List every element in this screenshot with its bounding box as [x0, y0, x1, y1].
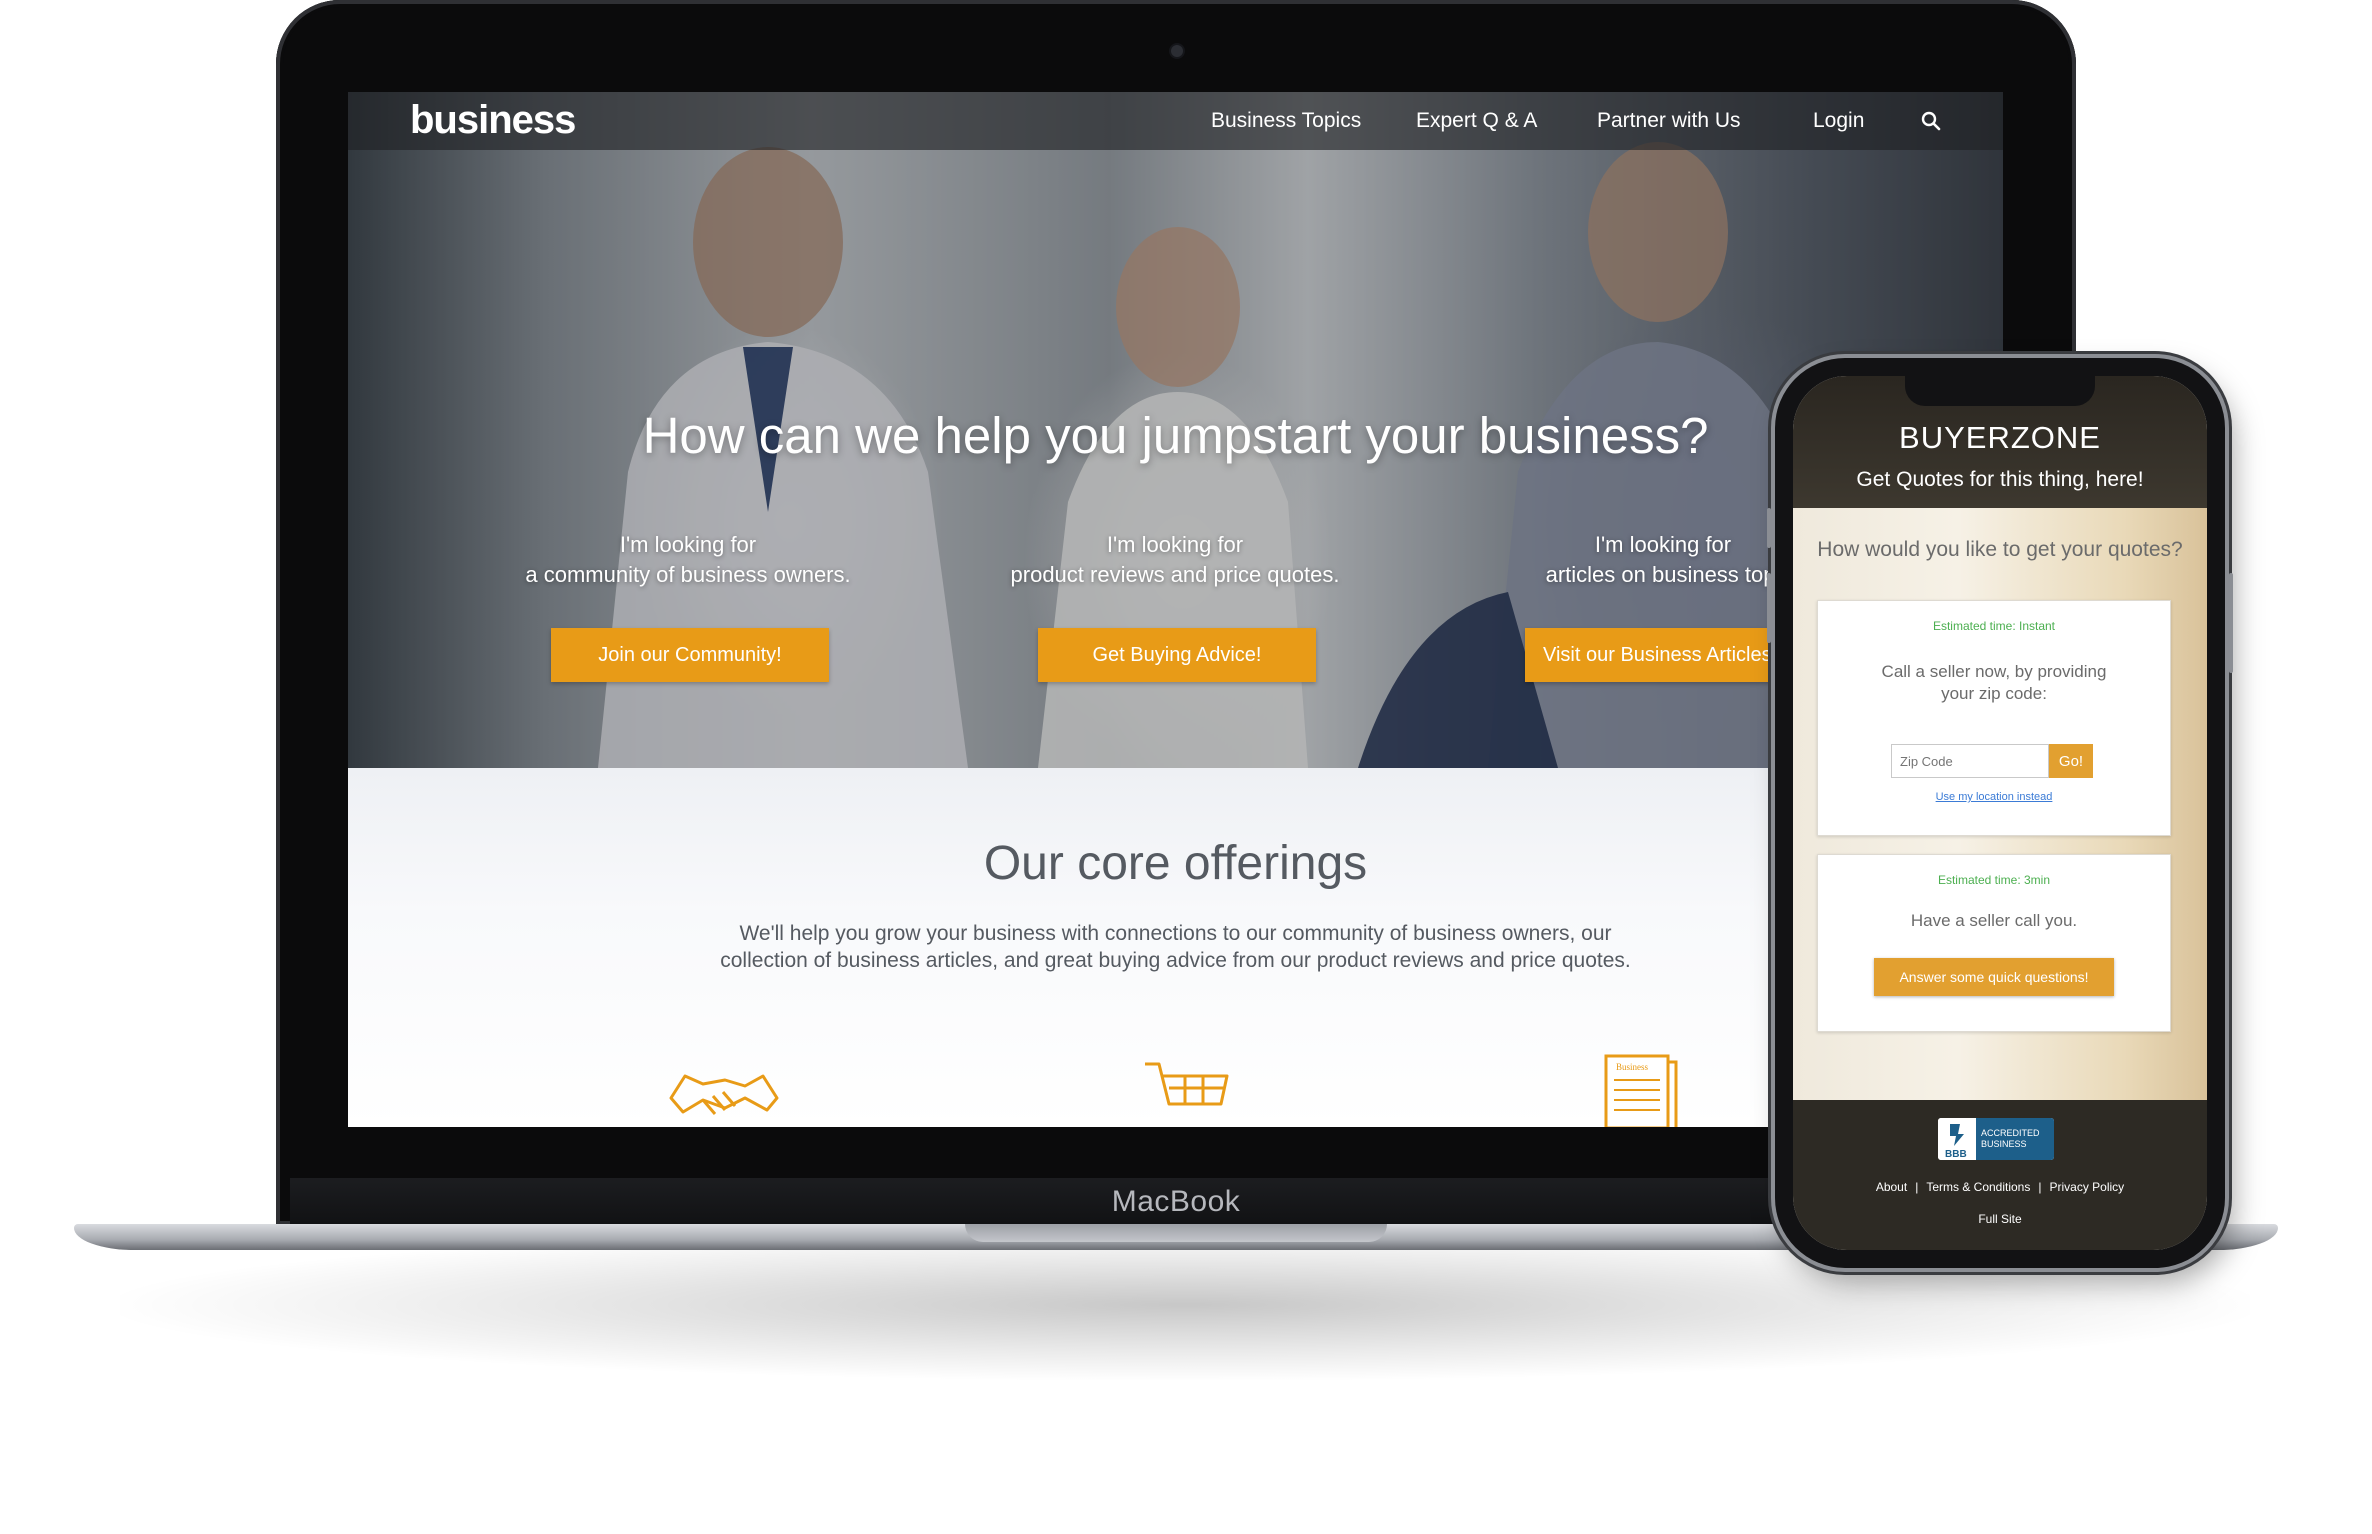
shopping-cart-icon: [1145, 1062, 1229, 1106]
offerings-description-line2: collection of business articles, and gre…: [720, 949, 1631, 972]
nav-expert-qa[interactable]: Expert Q & A: [1416, 109, 1537, 133]
get-buying-advice-button[interactable]: Get Buying Advice!: [1038, 628, 1316, 682]
offerings-title: Our core offerings: [983, 837, 1368, 890]
answer-questions-button[interactable]: Answer some quick questions!: [1874, 958, 2114, 996]
core-offerings-section: Our core offerings We'll help you grow y…: [348, 768, 2003, 1127]
quotes-question: How would you like to get your quotes?: [1817, 538, 2183, 561]
join-community-button[interactable]: Join our Community!: [551, 628, 829, 682]
callback-estimate: Estimated time: 3min: [1937, 873, 2051, 887]
phone-volume-button: [1767, 573, 1771, 643]
newspaper-icon: Business: [1604, 1054, 1678, 1127]
phone-device: BUYERZONE Get Quotes for this thing, her…: [1767, 358, 2233, 1268]
bbb-torch-icon: BBB: [1938, 1118, 1976, 1160]
buyerzone-logo[interactable]: BUYERZONE: [1793, 420, 2207, 456]
phone-mute-switch: [1767, 508, 1771, 548]
laptop-screen: business Business Topics Expert Q & A Pa…: [348, 92, 2003, 1127]
footer-separator: |: [1915, 1180, 1919, 1194]
footer-link-terms[interactable]: Terms & Conditions: [1926, 1180, 2030, 1194]
reviews-label-line2: product reviews and price quotes.: [1010, 562, 1340, 587]
hero-title: How can we help you jumpstart your busin…: [642, 407, 1709, 464]
nav-business-topics[interactable]: Business Topics: [1211, 109, 1361, 133]
callback-card-text: Have a seller call you.: [1910, 911, 2078, 930]
nav-partner-with-us[interactable]: Partner with Us: [1597, 109, 1741, 133]
laptop-camera: [1171, 45, 1183, 57]
use-location-link[interactable]: Use my location instead: [1818, 791, 2170, 803]
community-label-line2: a community of business owners.: [525, 562, 851, 587]
offerings-description: We'll help you grow your business with c…: [648, 920, 1703, 974]
phone-tagline: Get Quotes for this thing, here!: [1856, 468, 2144, 491]
phone-footer: BBB ACCREDITED BUSINESS About | Terms & Co…: [1793, 1100, 2207, 1250]
bbb-label-line2: BUSINESS: [1981, 1139, 2027, 1149]
zip-code-input[interactable]: [1891, 744, 2049, 778]
top-navbar: business Business Topics Expert Q & A Pa…: [348, 92, 2003, 150]
footer-separator: |: [2038, 1180, 2042, 1194]
instant-card-text-line1: Call a seller now, by providing: [1881, 662, 2107, 681]
nav-login[interactable]: Login: [1813, 109, 1864, 133]
instant-estimate: Estimated time: Instant: [1932, 619, 2056, 633]
seller-callback-card: Estimated time: 3min Have a seller call …: [1817, 854, 2171, 1032]
offerings-description-line1: We'll help you grow your business with c…: [739, 922, 1612, 945]
bbb-accredited-badge[interactable]: BBB ACCREDITED BUSINESS: [1938, 1118, 2054, 1160]
instant-call-card: Estimated time: Instant Call a seller no…: [1817, 600, 2171, 836]
instant-card-text: Call a seller now, by providing your zip…: [1838, 661, 2150, 705]
bbb-label: ACCREDITED BUSINESS: [1976, 1118, 2054, 1160]
bbb-label-line1: ACCREDITED: [1981, 1128, 2040, 1138]
phone-screen: BUYERZONE Get Quotes for this thing, her…: [1793, 376, 2207, 1250]
laptop-brand-label: MacBook: [1111, 1185, 1241, 1218]
laptop-notch: [965, 1224, 1387, 1242]
full-site-link[interactable]: Full Site: [1793, 1212, 2207, 1226]
newspaper-label: Business: [1616, 1062, 1649, 1072]
footer-link-privacy[interactable]: Privacy Policy: [2049, 1180, 2124, 1194]
reviews-label: I'm looking for product reviews and pric…: [960, 530, 1390, 590]
bbb-seal-text: BBB: [1945, 1149, 1967, 1160]
go-button[interactable]: Go!: [2049, 744, 2093, 778]
business-logo[interactable]: business: [410, 98, 576, 143]
reviews-label-line1: I'm looking for: [1106, 532, 1244, 557]
handshake-icon: [669, 1074, 779, 1115]
instant-card-text-line2: your zip code:: [1941, 684, 2047, 703]
phone-power-button: [2229, 573, 2233, 673]
community-label-line1: I'm looking for: [619, 532, 757, 557]
phone-notch: [1905, 376, 2095, 406]
phone-body: How would you like to get your quotes? E…: [1793, 508, 2207, 1100]
hero-section: business Business Topics Expert Q & A Pa…: [348, 92, 2003, 768]
footer-link-about[interactable]: About: [1876, 1180, 1907, 1194]
search-icon[interactable]: [1921, 111, 1941, 131]
community-label: I'm looking for a community of business …: [473, 530, 903, 590]
footer-links: About | Terms & Conditions | Privacy Policy: [1793, 1180, 2207, 1194]
